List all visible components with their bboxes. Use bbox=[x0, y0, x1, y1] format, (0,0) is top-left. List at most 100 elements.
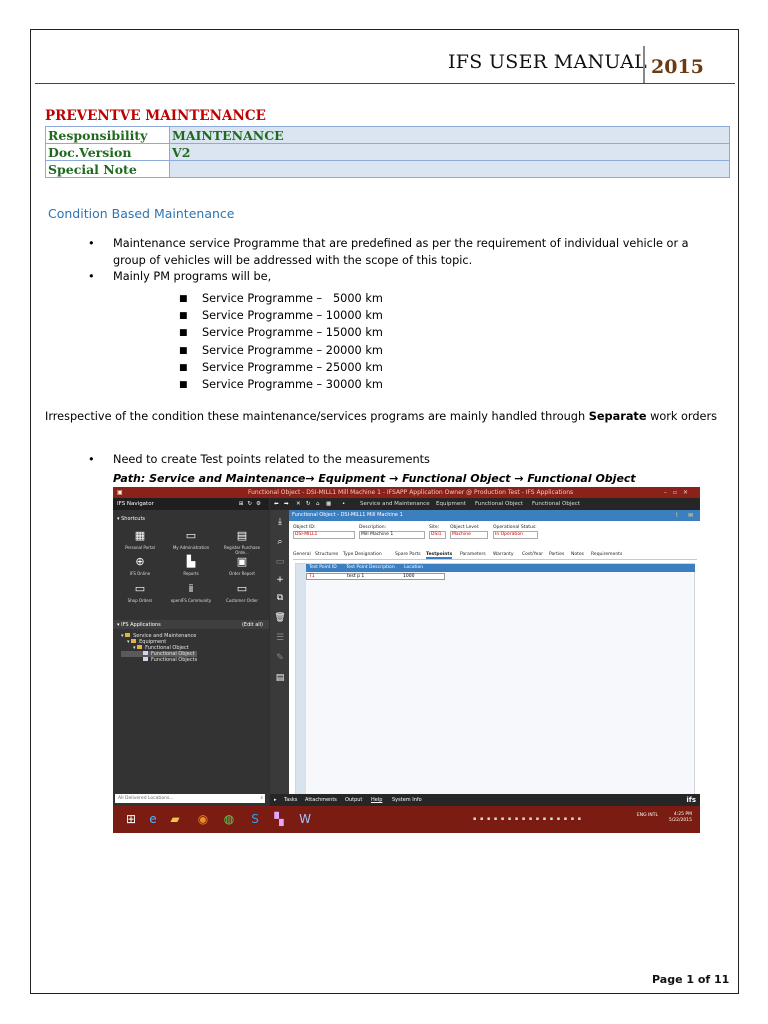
home-icon[interactable]: ⌂ bbox=[316, 498, 320, 510]
forward-icon[interactable]: ➡ bbox=[284, 498, 289, 510]
expand-icon[interactable]: ▸ bbox=[274, 794, 277, 806]
admin-icon: ▭ bbox=[185, 529, 197, 542]
edit-icon[interactable]: ✎ bbox=[274, 652, 286, 664]
vertical-toolbar: ⤓ ⌕ ▭ + ⧉ 🗑 ☰ ✎ ▤ bbox=[272, 512, 289, 797]
program-item: ■ Service Programme – 5000 km bbox=[179, 290, 383, 307]
shortcut-register-purchase[interactable]: ▤ Register Purchase Orde... bbox=[219, 530, 265, 556]
column-header[interactable]: Location bbox=[404, 564, 423, 572]
shortcut-order-report[interactable]: ▣ Order Report bbox=[219, 556, 265, 577]
tree-item-functional-objects[interactable]: Functional Objects bbox=[121, 657, 197, 663]
system-tray-icons[interactable]: ▪ ▪ ▪ ▪ ▪ ▪ ▪ ▪ ▪ ▪ ▪ ▪ ▪ ▪ ▪ ▪ bbox=[473, 816, 633, 822]
breadcrumb-functional-object-2[interactable]: Functional Object bbox=[532, 498, 580, 510]
windows-taskbar: ⊞ e ▰ ◉ ◍ S ▚ W ▪ ▪ ▪ ▪ ▪ ▪ ▪ ▪ ▪ ▪ ▪ ▪ … bbox=[113, 806, 700, 833]
word-icon[interactable]: W bbox=[295, 810, 315, 828]
table-row[interactable]: T1 test p 1 1000 bbox=[306, 573, 445, 580]
delete-icon[interactable]: 🗑 bbox=[274, 612, 286, 624]
save-icon[interactable]: ▭ bbox=[274, 556, 286, 568]
tab-type-designation[interactable]: Type Designation bbox=[343, 552, 382, 557]
square-bullet: ■ bbox=[179, 345, 188, 356]
cell-test-point-id[interactable]: T1 bbox=[309, 574, 315, 579]
cell-test-point-description[interactable]: test p 1 bbox=[347, 574, 364, 579]
calendar-icon: ▦ bbox=[134, 529, 146, 542]
outlook-icon[interactable]: ◉ bbox=[193, 810, 213, 828]
column-header[interactable]: Test Point ID bbox=[309, 564, 337, 572]
object-id-field[interactable]: DSI-MILL1 bbox=[293, 531, 355, 539]
shortcut-customer-order[interactable]: ▭ Customer Order bbox=[219, 583, 265, 604]
cell-location[interactable]: 1000 bbox=[403, 574, 414, 579]
language-indicator[interactable]: ENG INTL bbox=[637, 813, 658, 819]
form-title: Functional Object - DSI-MILL1 Mill Machi… bbox=[292, 512, 403, 518]
shortcut-openifs-community[interactable]: ⅱ openIFS Community bbox=[168, 582, 214, 604]
navigator-controls[interactable]: ⊞↻⚙ bbox=[239, 498, 265, 510]
breadcrumb-equipment[interactable]: Equipment bbox=[436, 498, 466, 510]
grid-menu-icon[interactable]: ▦ bbox=[326, 498, 331, 510]
community-icon: ⅱ bbox=[188, 582, 194, 595]
breadcrumb-service-maintenance[interactable]: Service and Maintenance bbox=[360, 498, 430, 510]
navigation-path: Path: Service and Maintenance→ Equipment… bbox=[113, 472, 636, 485]
taskbar-clock[interactable]: 4:25 PM 5/22/2015 bbox=[669, 812, 692, 824]
shortcut-personal-portal[interactable]: ▦ Personal Portal bbox=[117, 529, 163, 551]
description-field[interactable]: Mill Machine 1 bbox=[359, 531, 425, 539]
tab-notes[interactable]: Notes bbox=[571, 552, 584, 557]
program-item: ■ Service Programme – 20000 km bbox=[179, 342, 383, 359]
shortcut-label: Order Report bbox=[229, 571, 255, 576]
manual-title: IFS USER MANUAL bbox=[448, 51, 648, 73]
chrome-icon[interactable]: ◍ bbox=[219, 810, 239, 828]
new-icon[interactable]: + bbox=[274, 574, 286, 586]
shortcut-my-administration[interactable]: ▭ My Administration bbox=[168, 529, 214, 551]
back-icon[interactable]: ⬅ bbox=[274, 498, 279, 510]
attachments-link[interactable]: Attachments bbox=[305, 794, 337, 806]
square-bullet: ■ bbox=[179, 311, 188, 322]
output-link[interactable]: Output bbox=[345, 794, 362, 806]
app-icon[interactable]: ▚ bbox=[269, 810, 289, 828]
tab-spare-parts[interactable]: Spare Parts bbox=[395, 552, 421, 557]
program-text: Service Programme – 30000 km bbox=[202, 378, 383, 392]
info-row: Doc.Version V2 bbox=[45, 143, 730, 161]
shortcut-label: Register Purchase Orde... bbox=[224, 545, 260, 555]
search-icon[interactable]: ⌕ bbox=[274, 536, 286, 548]
system-info-link[interactable]: System Info bbox=[392, 794, 422, 806]
shortcut-ifs-online[interactable]: ⊕ IFS Online bbox=[117, 556, 163, 577]
tab-parameters[interactable]: Parameters bbox=[460, 552, 486, 557]
shortcut-shop-orders[interactable]: ▭ Shop Orders bbox=[117, 583, 163, 604]
internet-explorer-icon[interactable]: e bbox=[143, 810, 163, 828]
duplicate-icon[interactable]: ⧉ bbox=[274, 592, 286, 604]
tab-structures[interactable]: Structures bbox=[315, 552, 338, 557]
file-explorer-icon[interactable]: ▰ bbox=[165, 810, 185, 828]
close-icon[interactable]: ✕ bbox=[296, 498, 301, 510]
search-icon[interactable]: ⌕ bbox=[260, 794, 263, 803]
tab-cost-year[interactable]: Cost/Year bbox=[522, 552, 543, 557]
section-title: Condition Based Maintenance bbox=[48, 206, 235, 221]
breadcrumb-functional-object[interactable]: Functional Object bbox=[475, 498, 523, 510]
shortcut-label: Shop Orders bbox=[127, 598, 153, 603]
form-header-icons[interactable]: ! ✉ bbox=[676, 510, 697, 521]
window-controls[interactable]: –▫✕ bbox=[664, 487, 694, 498]
tab-parties[interactable]: Parties bbox=[549, 552, 564, 557]
field-label-description: Description: bbox=[359, 525, 387, 530]
shortcut-reports[interactable]: ▙ Reports bbox=[168, 556, 214, 577]
tasks-link[interactable]: Tasks bbox=[284, 794, 297, 806]
location-search-input[interactable]: All Delivered Locations... ⌕ bbox=[115, 794, 265, 803]
refresh-icon[interactable]: ↻ bbox=[306, 498, 311, 510]
download-icon[interactable]: ⤓ bbox=[274, 516, 286, 528]
skype-icon[interactable]: S bbox=[245, 810, 265, 828]
details-icon[interactable]: ▤ bbox=[274, 672, 286, 684]
column-header[interactable]: Test Point Description bbox=[346, 564, 395, 572]
shortcuts-label: ▾ Shortcuts bbox=[117, 516, 146, 522]
edit-all-link[interactable]: (Edit all) bbox=[242, 622, 263, 628]
tab-testpoints[interactable]: Testpoints bbox=[426, 552, 453, 559]
document-info-table: Responsibility MAINTENANCE Doc.Version V… bbox=[45, 126, 730, 178]
tab-general[interactable]: General bbox=[293, 552, 311, 557]
tab-warranty[interactable]: Warranty bbox=[493, 552, 514, 557]
operational-status-field[interactable]: In Operation bbox=[493, 531, 538, 539]
page-icon bbox=[143, 657, 148, 661]
start-icon[interactable]: ⊞ bbox=[121, 810, 141, 828]
app-title: Functional Object - DSI-MILL1 Mill Machi… bbox=[248, 489, 574, 496]
app-titlebar: ▣ Functional Object - DSI-MILL1 Mill Mac… bbox=[113, 487, 700, 498]
site-field[interactable]: DSI1 bbox=[429, 531, 446, 539]
list-icon[interactable]: ☰ bbox=[274, 632, 286, 644]
tab-requirements[interactable]: Requirements bbox=[591, 552, 622, 557]
object-level-field[interactable]: Machine bbox=[450, 531, 488, 539]
shortcut-label: Personal Portal bbox=[125, 545, 155, 550]
help-link[interactable]: Help bbox=[371, 794, 382, 806]
